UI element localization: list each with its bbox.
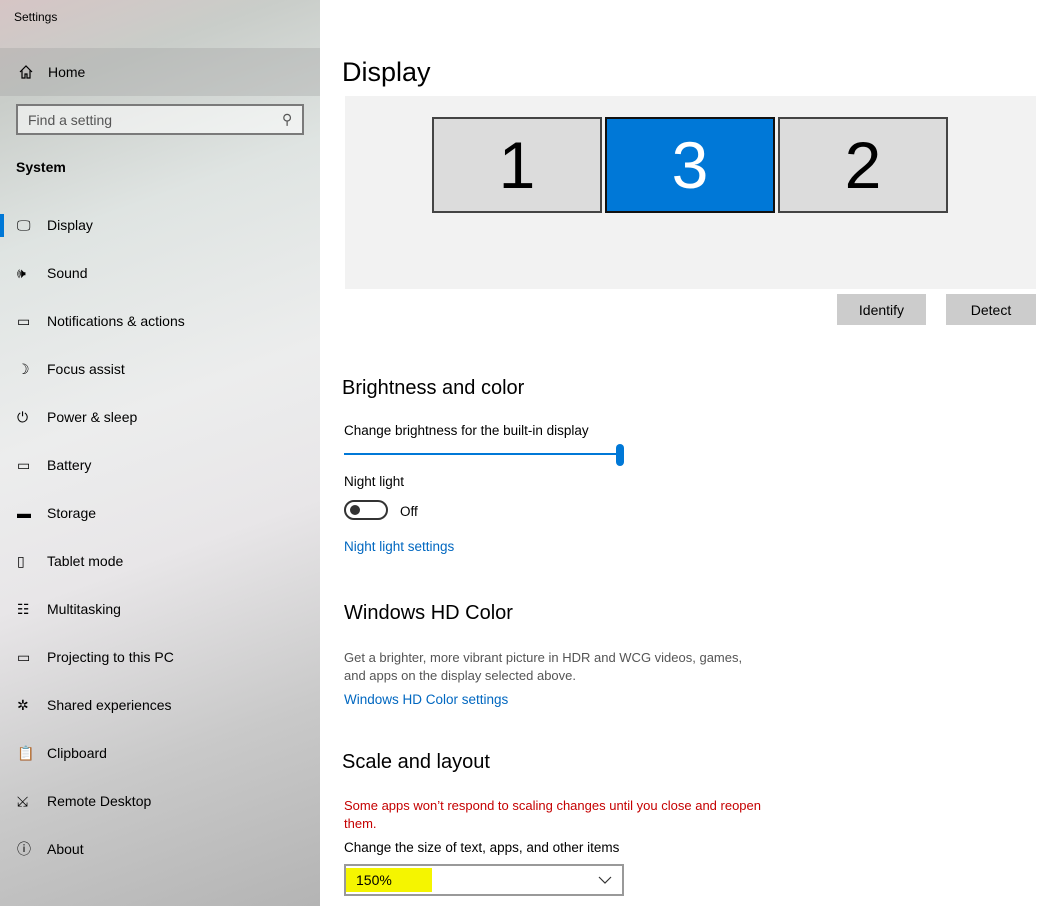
sidebar-item-label: Projecting to this PC: [47, 649, 174, 665]
night-light-state: Off: [400, 504, 418, 519]
hd-color-settings-link[interactable]: Windows HD Color settings: [344, 692, 508, 707]
remote-icon: ⤩: [17, 792, 29, 809]
scale-value: 150%: [346, 868, 432, 892]
search-icon: ⚲: [281, 111, 292, 127]
sidebar-item-tablet-mode[interactable]: ▯ Tablet mode: [0, 537, 320, 585]
detect-button[interactable]: Detect: [946, 294, 1036, 325]
brightness-slider-track[interactable]: [344, 453, 620, 455]
multitasking-icon: ☷: [17, 600, 30, 617]
clipboard-icon: 📋: [17, 744, 35, 761]
scale-heading: Scale and layout: [342, 751, 490, 773]
monitor-2[interactable]: 2: [778, 117, 948, 213]
sidebar-item-label: Storage: [47, 505, 97, 521]
sidebar-item-projecting-to-this-pc[interactable]: ▭ Projecting to this PC: [0, 633, 320, 681]
home-icon: [19, 65, 33, 79]
sidebar-item-sound[interactable]: 🕪 Sound: [0, 249, 320, 297]
chevron-down-icon: [598, 876, 612, 884]
sidebar-item-power-sleep[interactable]: ⏻ Power & sleep: [0, 393, 320, 441]
sidebar-item-label: Multitasking: [47, 601, 121, 617]
night-light-settings-link[interactable]: Night light settings: [344, 539, 454, 554]
storage-icon: ▬: [17, 505, 31, 521]
sidebar-item-about[interactable]: ⓘ About: [0, 825, 320, 873]
night-light-toggle[interactable]: [344, 500, 388, 520]
monitor-1[interactable]: 1: [432, 117, 602, 213]
speaker-icon: 🕪: [17, 264, 26, 281]
hd-color-desc-1: Get a brighter, more vibrant picture in …: [344, 650, 743, 665]
home-label: Home: [48, 64, 86, 80]
power-icon: ⏻: [17, 408, 29, 425]
sidebar-item-label: Remote Desktop: [47, 793, 152, 809]
notification-icon: ▭: [17, 312, 31, 329]
info-icon: ⓘ: [17, 841, 31, 857]
sidebar-item-shared-experiences[interactable]: ✲ Shared experiences: [0, 681, 320, 729]
search-placeholder: Find a setting: [28, 111, 113, 128]
monitor-3[interactable]: 3: [605, 117, 775, 213]
window-title: Settings: [14, 10, 58, 24]
scale-warning-1: Some apps won’t respond to scaling chang…: [344, 798, 761, 813]
hd-color-desc-2: and apps on the display selected above.: [344, 668, 577, 683]
identify-button[interactable]: Identify: [837, 294, 926, 325]
sidebar-item-storage[interactable]: ▬ Storage: [0, 489, 320, 537]
sidebar-item-label: Power & sleep: [47, 409, 138, 425]
moon-icon: ☽: [17, 360, 30, 377]
brightness-slider-thumb[interactable]: [616, 444, 624, 466]
tablet-icon: ▯: [17, 552, 25, 569]
home-button[interactable]: Home: [0, 48, 320, 96]
sidebar: Settings Home Find a setting ⚲ System 🖵 D…: [0, 0, 320, 906]
sidebar-item-label: Notifications & actions: [47, 313, 185, 329]
sidebar-item-label: Tablet mode: [47, 553, 124, 569]
sidebar-item-multitasking[interactable]: ☷ Multitasking: [0, 585, 320, 633]
battery-icon: ▭: [17, 456, 31, 473]
monitor-arrangement: 1 3 2: [345, 96, 1036, 289]
sidebar-item-label: Display: [47, 217, 93, 233]
sidebar-item-label: Clipboard: [47, 745, 107, 761]
sidebar-item-battery[interactable]: ▭ Battery: [0, 441, 320, 489]
sidebar-item-clipboard[interactable]: 📋 Clipboard: [0, 729, 320, 777]
share-icon: ✲: [17, 696, 29, 713]
main-content: Display 1 3 2 Identify Detect Brightness…: [320, 0, 1046, 906]
brightness-heading: Brightness and color: [342, 377, 525, 399]
sidebar-item-focus-assist[interactable]: ☽ Focus assist: [0, 345, 320, 393]
monitor-icon: 🖵: [17, 216, 31, 233]
scale-warning-2: them.: [344, 816, 377, 831]
hd-color-heading: Windows HD Color: [344, 602, 513, 624]
projecting-icon: ▭: [17, 648, 31, 665]
sidebar-item-notifications-actions[interactable]: ▭ Notifications & actions: [0, 297, 320, 345]
sidebar-item-remote-desktop[interactable]: ⤩ Remote Desktop: [0, 777, 320, 825]
sidebar-item-label: About: [47, 841, 84, 857]
sidebar-item-label: Sound: [47, 265, 88, 281]
section-heading: System: [16, 159, 66, 175]
brightness-label: Change brightness for the built-in displ…: [344, 423, 589, 438]
page-title: Display: [342, 57, 431, 87]
scale-label: Change the size of text, apps, and other…: [344, 840, 620, 855]
night-light-label: Night light: [344, 474, 405, 489]
sidebar-item-display[interactable]: 🖵 Display: [0, 201, 320, 249]
sidebar-item-label: Battery: [47, 457, 92, 473]
toggle-knob: [350, 505, 360, 515]
sidebar-item-label: Focus assist: [47, 361, 125, 377]
search-input[interactable]: Find a setting ⚲: [16, 104, 304, 135]
scale-dropdown[interactable]: 150%: [344, 864, 624, 896]
sidebar-item-label: Shared experiences: [47, 697, 172, 713]
